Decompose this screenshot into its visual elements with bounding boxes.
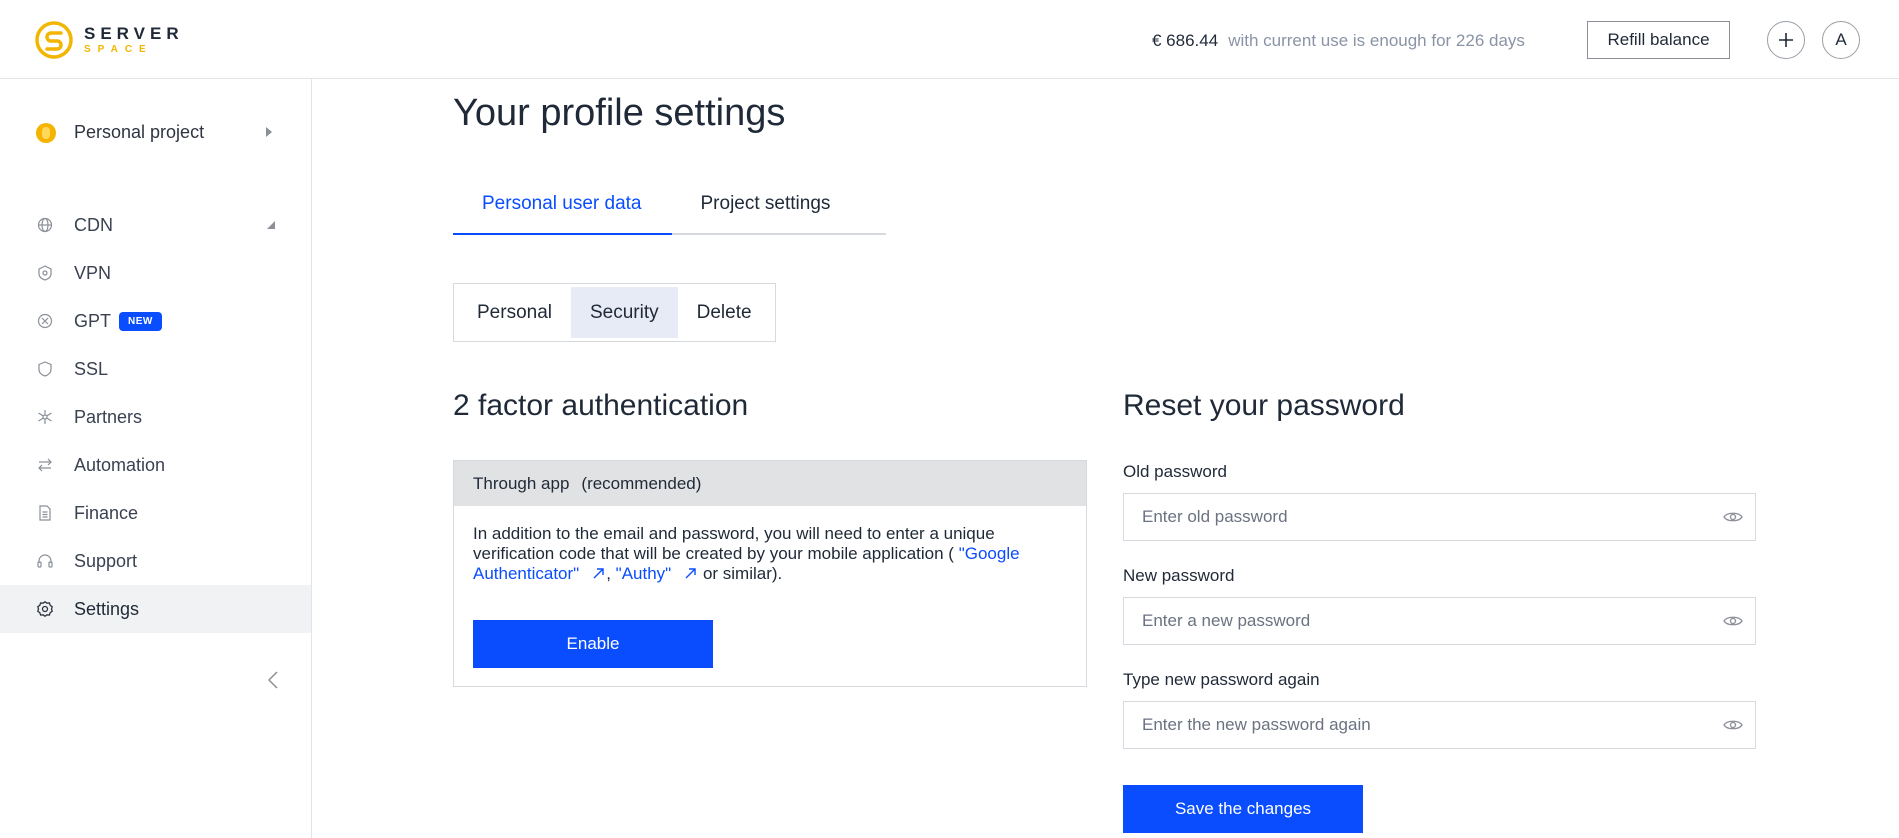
- page-title: Your profile settings: [453, 92, 786, 134]
- sidebar-item-label: Finance: [74, 502, 139, 523]
- tfa-method: Through app: [473, 473, 570, 493]
- sidebar-item-automation[interactable]: Automation: [0, 441, 311, 489]
- project-name: Personal project: [74, 122, 205, 142]
- gear-icon: [36, 600, 54, 618]
- logo-icon: [35, 21, 73, 59]
- tfa-text-end: or similar).: [698, 564, 783, 583]
- authy-link[interactable]: "Authy": [616, 564, 672, 583]
- tfa-separator: ,: [606, 564, 616, 583]
- shield-icon: [36, 360, 54, 378]
- reset-password-heading: Reset your password: [1123, 389, 1405, 422]
- external-link-icon: [593, 568, 604, 579]
- sidebar-nav: CDN VPN GPT NEW SSL Partners Automation …: [0, 201, 311, 633]
- subtab-personal[interactable]: Personal: [458, 287, 571, 338]
- repeat-password-label: Type new password again: [1123, 670, 1320, 689]
- sidebar-item-support[interactable]: Support: [0, 537, 311, 585]
- section-subtabs: Personal Security Delete: [453, 283, 776, 342]
- tab-personal-user-data[interactable]: Personal user data: [453, 185, 672, 235]
- eye-icon[interactable]: [1723, 717, 1743, 733]
- subtab-delete[interactable]: Delete: [678, 287, 771, 338]
- add-button[interactable]: [1767, 21, 1805, 59]
- balance-note: with current use is enough for 226 days: [1228, 31, 1525, 50]
- logo[interactable]: SERVER SPACE: [34, 20, 184, 60]
- tfa-recommended: (recommended): [581, 473, 702, 493]
- sidebar-item-vpn[interactable]: VPN: [0, 249, 311, 297]
- sidebar-item-cdn[interactable]: CDN: [0, 201, 311, 249]
- old-password-label: Old password: [1123, 462, 1227, 481]
- new-password-label: New password: [1123, 566, 1235, 585]
- sidebar-item-finance[interactable]: Finance: [0, 489, 311, 537]
- top-header: SERVER SPACE € 686.44 with current use i…: [0, 0, 1899, 79]
- sidebar-item-label: Support: [74, 550, 138, 571]
- logo-text-server: SERVER: [84, 24, 184, 43]
- collapse-sidebar-icon[interactable]: [264, 669, 282, 691]
- balance-amount: € 686.44: [1152, 31, 1219, 50]
- plus-icon: [1779, 33, 1793, 47]
- sidebar-item-ssl[interactable]: SSL: [0, 345, 311, 393]
- project-selector[interactable]: Personal project: [36, 122, 276, 143]
- sidebar-item-label: CDN: [74, 214, 113, 235]
- caret-right-icon: [266, 127, 272, 137]
- eye-icon[interactable]: [1723, 509, 1743, 525]
- sidebar-item-label: SSL: [74, 358, 109, 379]
- tfa-app-card: Through app (recommended) In addition to…: [453, 460, 1087, 687]
- document-icon: [36, 504, 54, 522]
- tfa-card-header: Through app (recommended): [454, 461, 1086, 506]
- logo-text-space: SPACE: [84, 44, 153, 55]
- sidebar-item-label: Automation: [74, 454, 166, 475]
- caret-expand-icon: [267, 221, 275, 229]
- tfa-text: In addition to the email and password, y…: [473, 524, 995, 563]
- repeat-password-input[interactable]: [1124, 703, 1684, 747]
- enable-2fa-button[interactable]: Enable: [473, 620, 713, 668]
- new-badge: NEW: [119, 311, 162, 331]
- external-link-icon: [685, 568, 696, 579]
- globe-icon: [36, 216, 54, 234]
- save-changes-button[interactable]: Save the changes: [1123, 785, 1363, 833]
- sidebar-item-gpt[interactable]: GPT NEW: [0, 297, 311, 345]
- sidebar-item-label: Partners: [74, 406, 143, 427]
- refill-balance-button[interactable]: Refill balance: [1587, 21, 1730, 59]
- eye-icon[interactable]: [1723, 613, 1743, 629]
- sidebar-item-label: Settings: [74, 598, 140, 619]
- repeat-password-field: [1123, 701, 1756, 749]
- arrows-swap-icon: [36, 456, 54, 474]
- sidebar-item-label: VPN: [74, 262, 112, 283]
- subtab-security[interactable]: Security: [571, 287, 678, 338]
- new-password-input[interactable]: [1124, 599, 1684, 643]
- network-icon: [36, 408, 54, 426]
- tab-project-settings[interactable]: Project settings: [672, 185, 861, 235]
- tfa-heading: 2 factor authentication: [453, 389, 749, 422]
- old-password-input[interactable]: [1124, 495, 1684, 539]
- headset-icon: [36, 552, 54, 570]
- sidebar-item-partners[interactable]: Partners: [0, 393, 311, 441]
- shield-network-icon: [36, 264, 54, 282]
- new-password-field: [1123, 597, 1756, 645]
- balance-info: € 686.44 with current use is enough for …: [1152, 31, 1525, 51]
- sidebar-item-settings[interactable]: Settings: [0, 585, 311, 633]
- sidebar: Personal project CDN VPN GPT NEW SSL Par…: [0, 79, 312, 838]
- sidebar-item-label: GPT: [74, 310, 112, 331]
- tfa-description: In addition to the email and password, y…: [454, 506, 1054, 584]
- avatar[interactable]: A: [1822, 21, 1860, 59]
- old-password-field: [1123, 493, 1756, 541]
- project-icon: [36, 122, 56, 143]
- ai-spiral-icon: [36, 312, 54, 330]
- main-tabs: Personal user data Project settings: [453, 185, 886, 235]
